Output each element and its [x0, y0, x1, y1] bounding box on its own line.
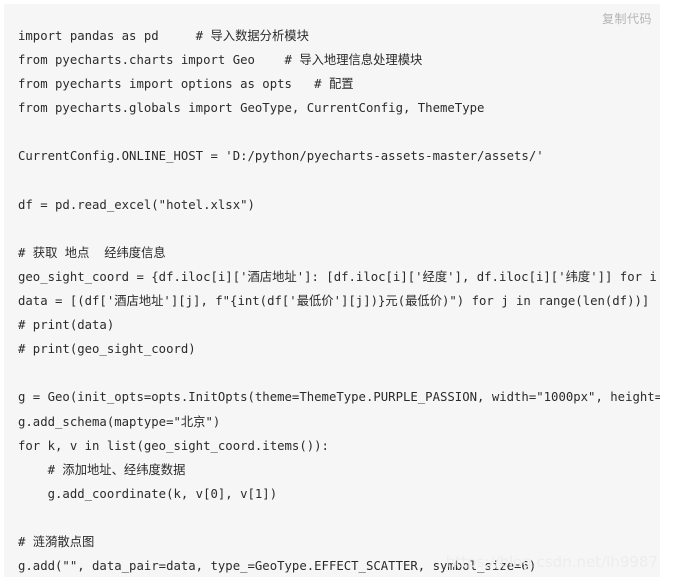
code-line: from pyecharts import options as opts # … — [18, 77, 354, 92]
code-line: # print(data) — [18, 318, 115, 333]
code-block: 复制代码 import pandas as pd # 导入数据分析模块 from … — [4, 4, 660, 577]
code-line: import pandas as pd # 导入数据分析模块 — [18, 29, 309, 43]
code-line: data = [(df['酒店地址'][j], f"{int(df['最低价']… — [18, 294, 650, 309]
code-line: from pyecharts.charts import Geo # 导入地理信… — [18, 53, 423, 68]
code-line: g = Geo(init_opts=opts.InitOpts(theme=Th… — [18, 390, 660, 405]
code-line: g.add_schema(maptype="北京") — [18, 414, 221, 429]
code-line: from pyecharts.globals import GeoType, C… — [18, 101, 485, 116]
code-line: g.add_coordinate(k, v[0], v[1]) — [18, 486, 278, 501]
site-watermark: https://blog.csdn.net/lh9987 — [445, 553, 658, 571]
code-line: df = pd.read_excel("hotel.xlsx") — [18, 197, 255, 212]
code-line: geo_sight_coord = {df.iloc[i]['酒店地址']: [… — [18, 269, 660, 284]
code-line: for k, v in list(geo_sight_coord.items()… — [18, 438, 329, 453]
code-line: # 添加地址、经纬度数据 — [18, 462, 186, 477]
code-line: # 涟漪散点图 — [18, 534, 95, 549]
code-line: # print(geo_sight_coord) — [18, 342, 196, 357]
code-line: CurrentConfig.ONLINE_HOST = 'D:/python/p… — [18, 149, 544, 164]
code-content[interactable]: import pandas as pd # 导入数据分析模块 from pyech… — [18, 24, 660, 577]
copy-code-button[interactable]: 复制代码 — [602, 10, 652, 28]
code-line: # 获取 地点 经纬度信息 — [18, 245, 166, 260]
